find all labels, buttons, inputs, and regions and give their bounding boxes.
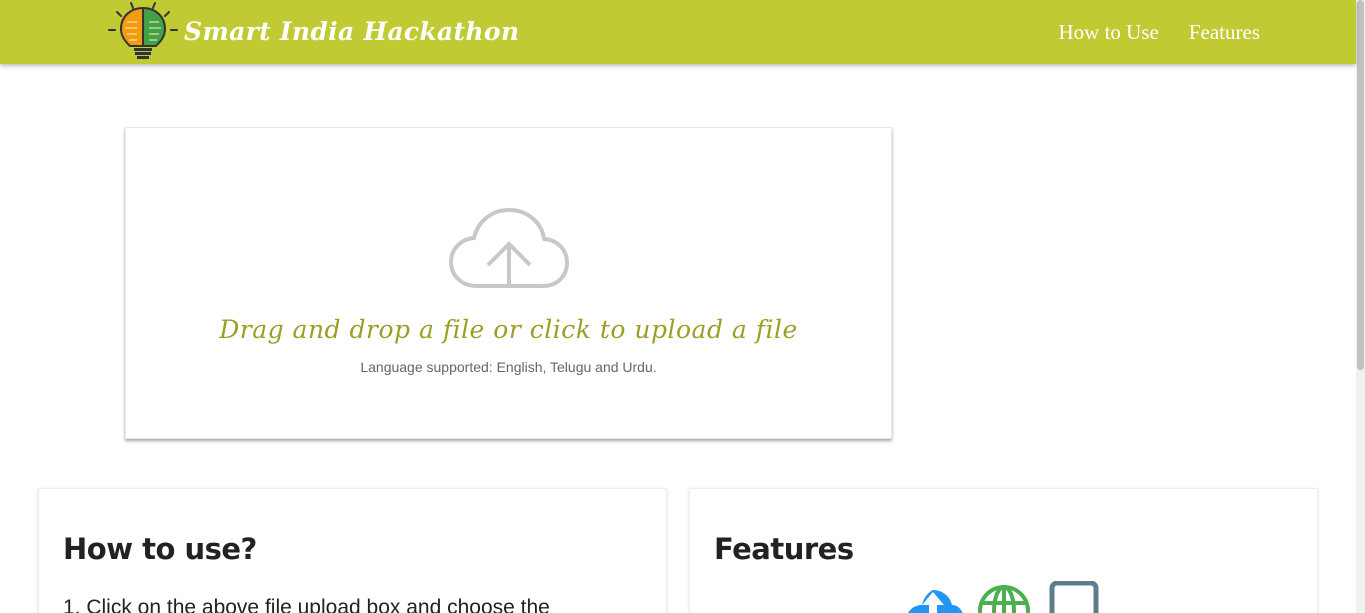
tablet-icon (1049, 581, 1099, 613)
step-1-text: 1. Click on the above file upload box an… (63, 596, 550, 613)
upload-title: Drag and drop a file or click to upload … (219, 315, 798, 344)
cloud-upload-icon (449, 208, 569, 288)
upload-language-note: Language supported: English, Telugu and … (360, 359, 657, 375)
nav-link-features[interactable]: Features (1189, 20, 1260, 45)
cloud-upload-icon (908, 590, 963, 613)
features-card: Features (689, 488, 1318, 613)
brand-name: Smart India Hackathon (184, 16, 520, 46)
feature-icons-row (908, 581, 1099, 613)
nav-links: How to Use Features (1059, 0, 1260, 64)
scrollbar-thumb[interactable] (1357, 0, 1364, 370)
top-navbar: Smart India Hackathon How to Use Feature… (0, 0, 1356, 64)
how-to-use-card: How to use? 1. Click on the above file u… (38, 488, 667, 613)
file-upload-dropzone[interactable]: Drag and drop a file or click to upload … (125, 127, 892, 439)
brand[interactable]: Smart India Hackathon (106, 0, 519, 64)
lightbulb-brain-logo-icon (108, 2, 178, 59)
globe-icon (978, 585, 1030, 613)
how-to-use-title: How to use? (63, 532, 257, 566)
nav-link-how-to-use[interactable]: How to Use (1059, 20, 1159, 45)
scrollbar[interactable] (1356, 0, 1365, 613)
features-title: Features (714, 532, 854, 566)
